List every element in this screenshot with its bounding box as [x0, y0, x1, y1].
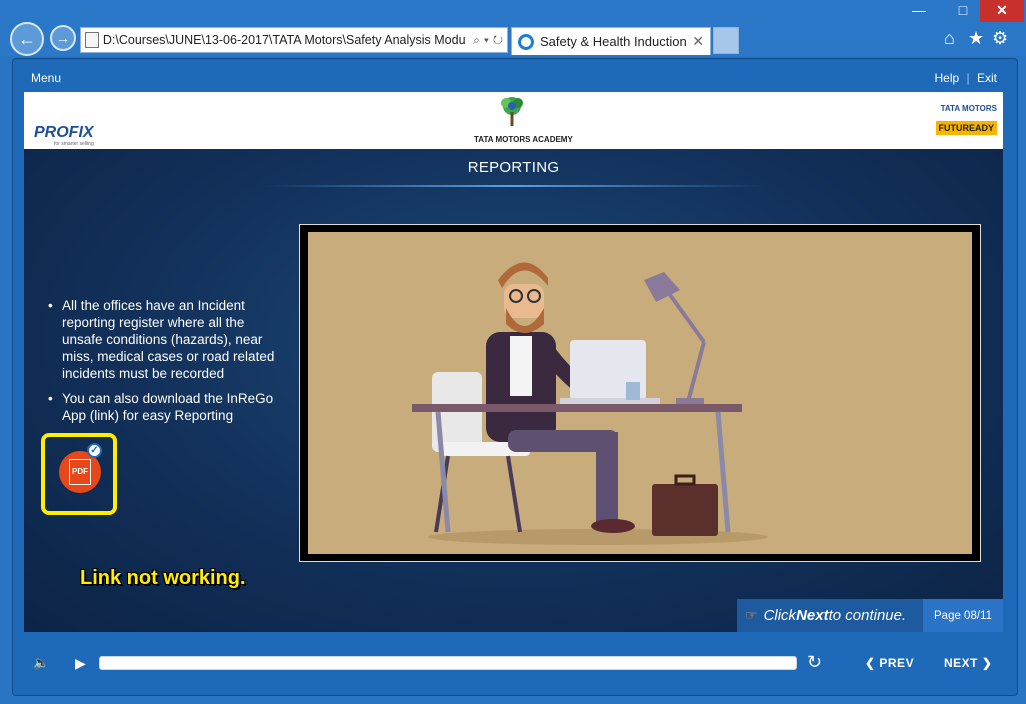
checkmark-icon: ✓: [87, 443, 102, 458]
browser-chrome: — □ ✕ ← → D:\Courses\JUNE\13-06-2017\TAT…: [0, 0, 1026, 56]
chevron-right-icon: ❯: [978, 656, 993, 670]
page-icon: [85, 32, 99, 48]
ie-icon: [518, 33, 534, 50]
tata-motors-logo: TATA MOTORS: [940, 104, 997, 113]
new-tab-button[interactable]: [713, 27, 739, 54]
illustration-frame: [299, 224, 981, 562]
click-next-bold: Next: [796, 607, 829, 624]
replay-icon[interactable]: ↻: [807, 652, 822, 673]
course-player: Menu Help | Exit PROFIX for smarter sell…: [12, 58, 1018, 696]
exit-link[interactable]: Exit: [977, 71, 997, 85]
office-worker-illustration-graphic: [412, 262, 768, 545]
play-button[interactable]: ▶: [75, 655, 86, 672]
title-underline: [264, 185, 764, 187]
volume-icon[interactable]: 🔈: [33, 655, 49, 671]
forward-button[interactable]: →: [50, 25, 76, 51]
office-worker-illustration: [308, 232, 972, 554]
bullet-item: All the offices have an Incident reporti…: [46, 297, 286, 382]
tab-safety-health-induction[interactable]: Safety & Health Induction ✕: [511, 27, 711, 55]
profix-logo: PROFIX: [34, 124, 94, 141]
address-bar[interactable]: D:\Courses\JUNE\13-06-2017\TATA Motors\S…: [80, 27, 508, 53]
click-next-hint: ☞ Click Next to continue.: [737, 599, 923, 632]
click-next-suffix: to continue.: [828, 607, 907, 624]
arrow-left-icon: ←: [18, 29, 36, 49]
minimize-button[interactable]: —: [904, 0, 934, 22]
click-next-prefix: Click: [763, 607, 797, 624]
academy-text: TATA MOTORS ACADEMY: [474, 135, 573, 144]
maximize-button[interactable]: □: [948, 0, 978, 22]
chevron-left-icon: ❮: [865, 656, 880, 670]
annotation-text: Link not working.: [80, 567, 246, 589]
arrow-right-icon: →: [56, 30, 70, 46]
pdf-icon: PDF: [69, 459, 91, 485]
progress-bar[interactable]: [99, 656, 797, 670]
menu-link[interactable]: Menu: [31, 71, 61, 85]
slide-title: REPORTING: [467, 159, 560, 176]
next-label: NEXT: [944, 656, 979, 670]
address-text[interactable]: D:\Courses\JUNE\13-06-2017\TATA Motors\S…: [103, 33, 469, 47]
slide-stage: REPORTING All the offices have an Incide…: [24, 149, 1003, 632]
prev-label: PREV: [879, 656, 915, 670]
banner: PROFIX for smarter selling TATA MOTORS A…: [24, 92, 1003, 149]
search-refresh-icons[interactable]: ⌕▾↻: [473, 33, 507, 48]
help-link[interactable]: Help: [934, 71, 959, 85]
bullet-list: All the offices have an Incident reporti…: [46, 297, 286, 432]
back-button[interactable]: ←: [10, 22, 44, 56]
prev-button[interactable]: ❮ PREV: [865, 656, 914, 670]
futuready-logo: FUTUREADY: [935, 121, 997, 135]
next-button[interactable]: NEXT ❯: [944, 656, 992, 670]
page-number: Page 08/11: [923, 599, 1003, 632]
tab-title: Safety & Health Induction: [540, 34, 687, 49]
home-icon[interactable]: ⌂: [944, 28, 955, 49]
top-links: Help | Exit: [934, 71, 997, 85]
profix-tagline: for smarter selling: [54, 141, 94, 147]
tree-icon: [501, 97, 523, 126]
gear-icon[interactable]: ⚙: [992, 28, 1008, 49]
pdf-highlight-box: PDF ✓: [41, 433, 117, 515]
hand-pointer-icon: ☞: [745, 607, 758, 623]
favorites-star-icon[interactable]: ★: [968, 28, 984, 49]
separator: |: [966, 71, 970, 85]
close-window-button[interactable]: ✕: [980, 0, 1024, 22]
tab-close-icon[interactable]: ✕: [692, 33, 704, 50]
tata-motors-academy-logo: TATA MOTORS ACADEMY: [474, 94, 573, 144]
bullet-item: You can also download the InReGo App (li…: [46, 390, 286, 424]
